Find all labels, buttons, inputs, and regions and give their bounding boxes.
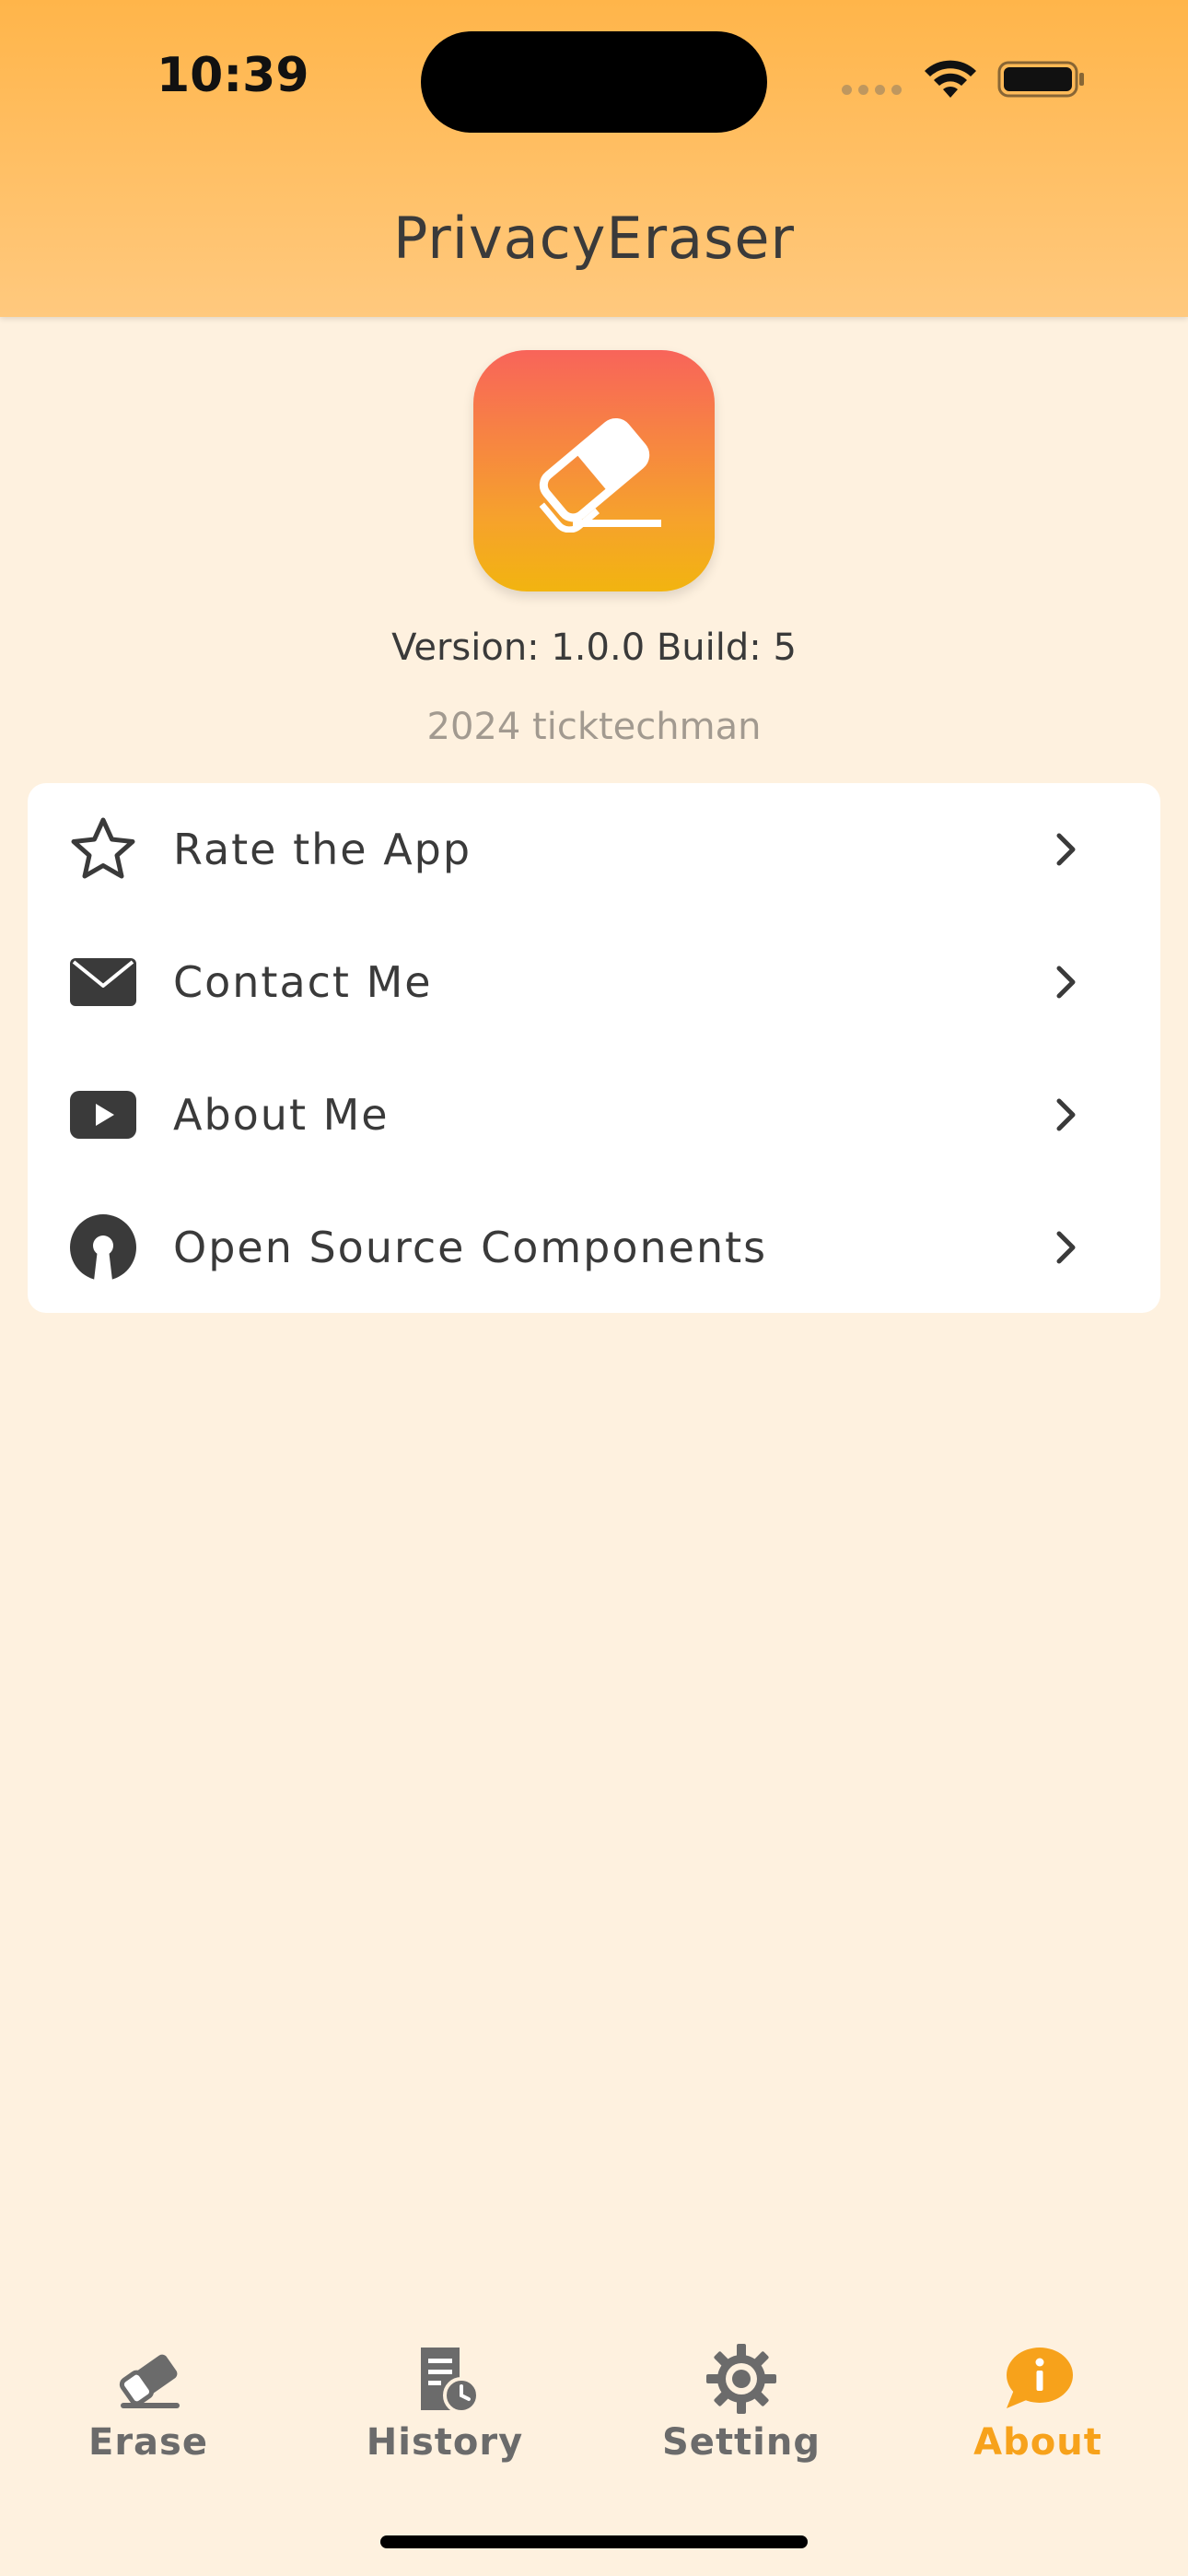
chevron-right-icon — [1056, 966, 1076, 999]
menu-item-about-me[interactable]: About Me — [28, 1048, 1160, 1181]
menu-item-label: Rate the App — [173, 825, 472, 874]
star-icon — [71, 817, 135, 879]
tab-about[interactable]: About — [890, 2322, 1186, 2488]
version-text: Version: 1.0.0 Build: 5 — [391, 626, 797, 669]
cellular-signal-icon — [842, 85, 902, 95]
tab-history[interactable]: History — [297, 2322, 593, 2488]
history-icon — [421, 2348, 480, 2414]
tab-erase[interactable]: Erase — [0, 2322, 297, 2488]
tab-label: History — [366, 2421, 524, 2464]
menu-item-label: Open Source Components — [173, 1223, 768, 1272]
menu-item-label: About Me — [173, 1090, 390, 1140]
tab-label: Erase — [88, 2421, 208, 2464]
app-logo — [473, 350, 715, 591]
dynamic-island — [421, 31, 767, 133]
tab-label: About — [973, 2421, 1102, 2464]
navigation-header: 10:39 PrivacyEraser — [0, 0, 1188, 317]
menu-item-label: Contact Me — [173, 957, 433, 1007]
eraser-logo-icon — [539, 417, 661, 533]
copyright-text: 2024 ticktechman — [426, 706, 762, 748]
eraser-icon — [119, 2354, 180, 2408]
status-time: 10:39 — [157, 48, 309, 103]
chevron-right-icon — [1056, 833, 1076, 866]
wifi-icon — [925, 60, 976, 98]
page-title: PrivacyEraser — [392, 205, 796, 272]
youtube-icon — [70, 1091, 136, 1139]
menu-item-open-source[interactable]: Open Source Components — [28, 1181, 1160, 1314]
menu-list: Rate the App Contact Me About Me Open So… — [28, 783, 1160, 1313]
menu-item-rate-app[interactable]: Rate the App — [28, 783, 1160, 916]
battery-icon — [997, 61, 1084, 98]
chevron-right-icon — [1056, 1098, 1076, 1131]
gear-icon — [706, 2344, 776, 2414]
tab-label: Setting — [662, 2421, 821, 2464]
home-indicator[interactable] — [380, 2535, 808, 2548]
chevron-right-icon — [1056, 1231, 1076, 1264]
tab-bar: Erase History Setting About — [0, 2322, 1188, 2488]
menu-item-contact-me[interactable]: Contact Me — [28, 916, 1160, 1048]
tab-setting[interactable]: Setting — [593, 2322, 890, 2488]
envelope-icon — [70, 958, 136, 1006]
open-source-icon — [70, 1214, 136, 1281]
info-icon — [1007, 2348, 1073, 2408]
